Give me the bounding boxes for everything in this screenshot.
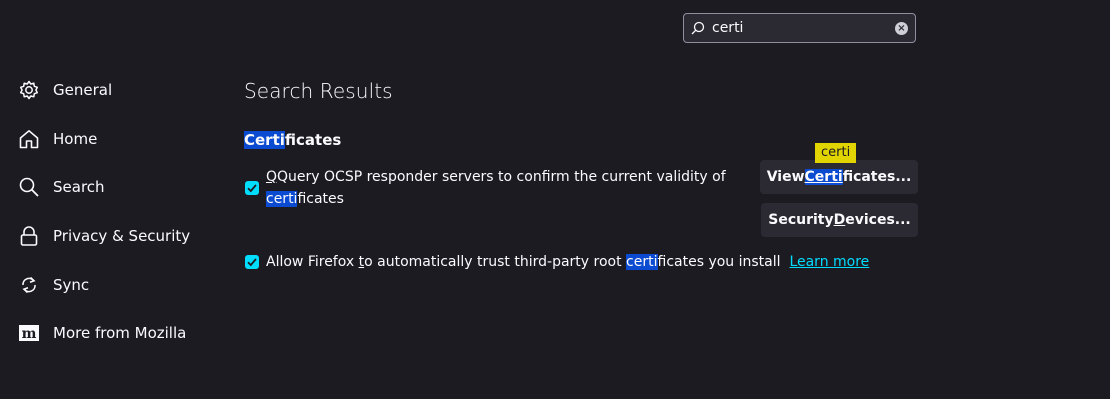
search-highlight: Certi [804,169,843,185]
home-icon [18,128,40,150]
checkmark-icon [247,258,257,267]
search-box[interactable]: certi × [683,13,916,43]
page-title: Search Results [244,79,393,103]
checkmark-icon [247,184,257,193]
gear-icon [18,79,40,101]
sidebar-item-privacy-security[interactable]: Privacy & Security [18,221,190,251]
section-title-certificates: Certificates [244,131,341,149]
ocsp-checkbox[interactable] [245,181,259,195]
ocsp-line2: ficates [297,191,344,207]
accesskey-d: D [833,212,846,228]
sidebar-item-general[interactable]: General [18,75,112,105]
search-icon [18,176,40,198]
mozilla-logo-icon: m [18,322,40,344]
search-tooltip: certi [815,143,857,163]
sidebar-item-label: Search [53,178,105,196]
option-text: o automatically trust third-party root [364,254,627,270]
sidebar-item-home[interactable]: Home [18,124,97,154]
clear-search-icon[interactable]: × [895,22,908,35]
search-input[interactable]: certi [712,20,743,36]
sync-icon [18,274,40,296]
search-highlight: Certi [244,131,285,149]
view-certificates-button[interactable]: View Certi ficates... [760,160,918,194]
button-label: ficates... [842,169,912,185]
search-icon [691,21,705,35]
trust-third-party-checkbox[interactable] [245,255,259,269]
accesskey-q: Q [266,169,278,185]
sidebar-item-label: More from Mozilla [53,324,187,342]
trust-third-party-label[interactable]: Allow Firefox to automatically trust thi… [266,251,869,273]
section-title-rest: ficates [284,131,342,149]
sidebar-item-sync[interactable]: Sync [18,270,89,300]
button-label: evices... [845,212,911,228]
sidebar-item-more-from-mozilla[interactable]: m More from Mozilla [18,318,186,348]
option-text: Allow Firefox [266,254,359,270]
search-highlight: certi [626,254,658,270]
button-label: Security [768,212,834,228]
option-text: ficates you install [657,254,781,270]
sidebar-item-label: Home [53,130,98,148]
sidebar-item-label: Privacy & Security [53,227,191,245]
sidebar-item-label: General [53,81,113,99]
ocsp-label[interactable]: QQuery OCSP responder servers to confirm… [266,166,726,210]
sidebar-item-search[interactable]: Search [18,172,105,202]
ocsp-line1: Query OCSP responder servers to confirm … [277,169,726,185]
search-highlight: certi [266,191,298,207]
lock-icon [18,225,40,247]
sidebar-item-label: Sync [53,276,90,294]
svg-text:m: m [22,326,37,342]
learn-more-link[interactable]: Learn more [789,254,869,270]
security-devices-button[interactable]: Security Devices... [761,203,918,237]
button-label: View [766,169,805,185]
